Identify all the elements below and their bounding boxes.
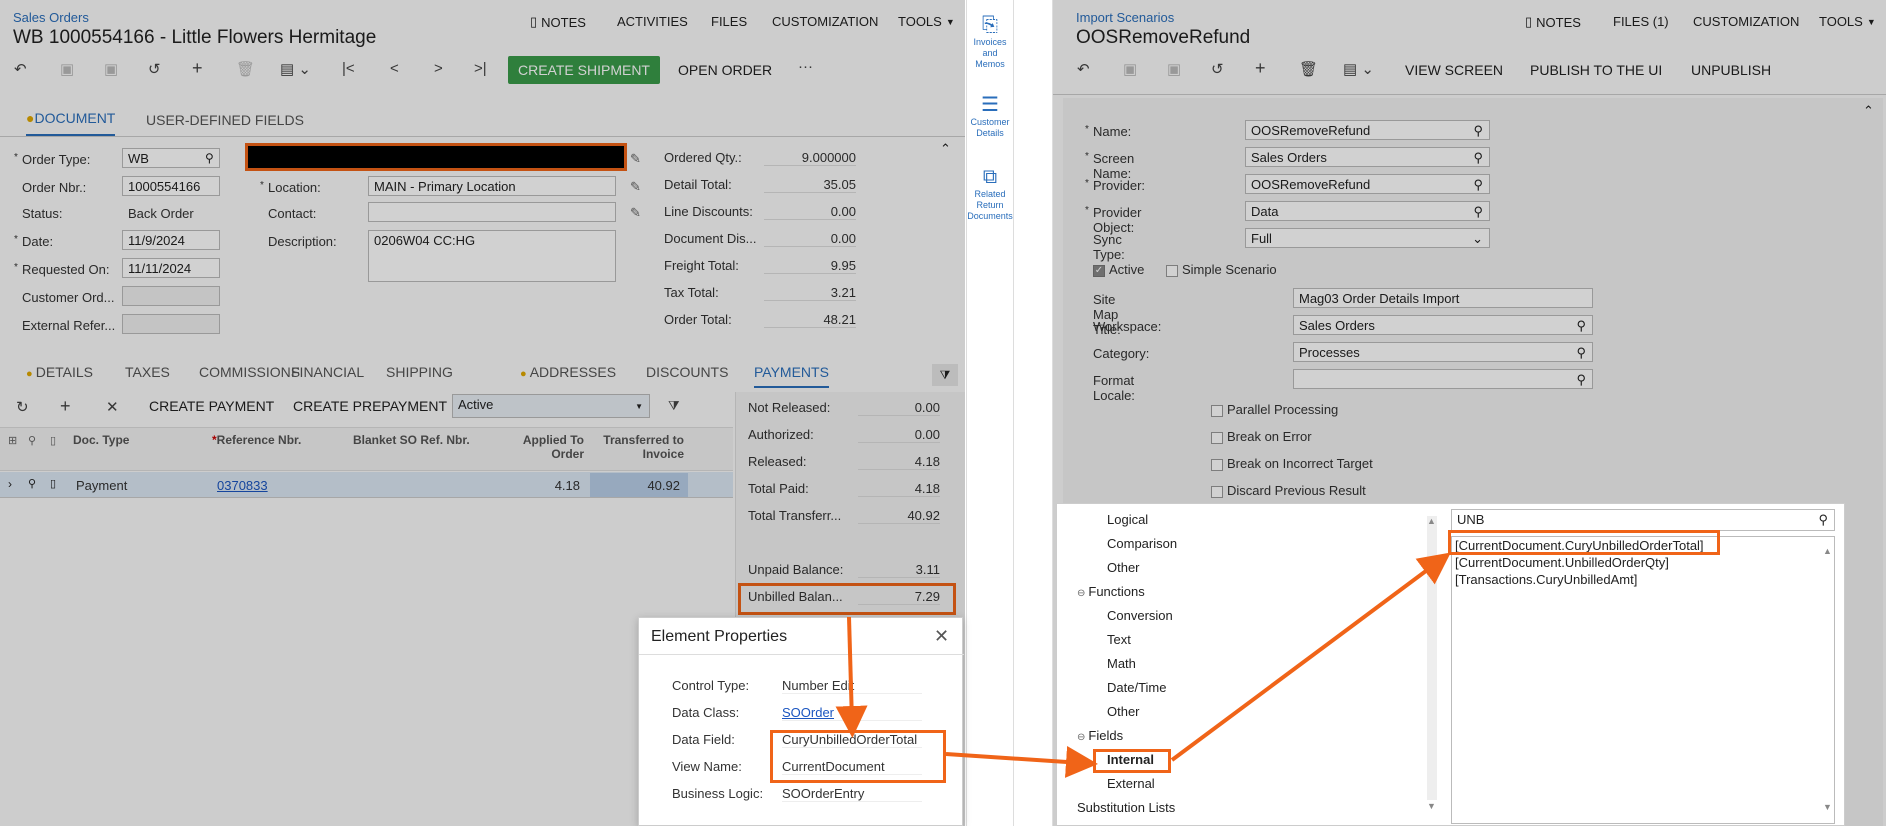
arrow-to-internal	[945, 745, 1098, 778]
arrow-to-data-field	[835, 616, 868, 738]
annotation-arrows	[835, 552, 1451, 778]
arrow-to-result	[1170, 552, 1451, 762]
